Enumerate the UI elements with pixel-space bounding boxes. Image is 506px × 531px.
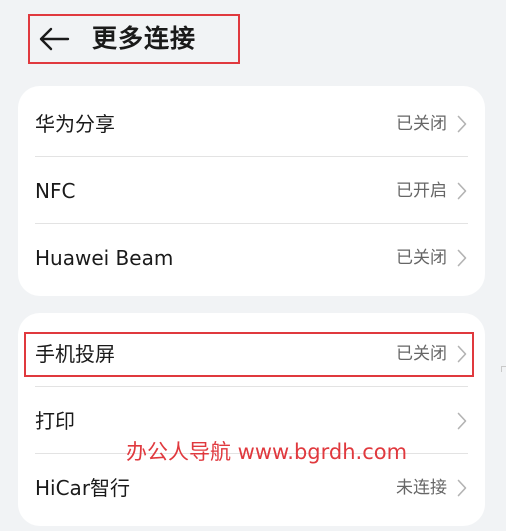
header-bar: 更多连接 — [28, 14, 240, 64]
row-nfc[interactable]: NFC 已开启 — [18, 157, 485, 224]
settings-group-1: 华为分享 已关闭 NFC 已开启 Huawei Beam 已关闭 — [18, 86, 485, 296]
row-huawei-beam[interactable]: Huawei Beam 已关闭 — [18, 224, 485, 291]
row-status: 已关闭 — [396, 247, 447, 268]
chevron-right-icon — [457, 249, 467, 266]
page-title: 更多连接 — [92, 24, 197, 53]
chevron-right-icon — [457, 115, 467, 132]
chevron-right-icon — [457, 479, 467, 496]
more-connections-page: 更多连接 华为分享 已关闭 NFC 已开启 Huawei Beam 已关闭 手机… — [0, 0, 506, 531]
row-status: 未连接 — [396, 477, 447, 498]
back-arrow-icon[interactable] — [38, 26, 70, 52]
row-label: Huawei Beam — [35, 245, 174, 270]
row-status: 已开启 — [396, 180, 447, 201]
watermark-text: 办公人导航 www.bgrdh.com — [126, 440, 408, 464]
chevron-right-icon — [457, 412, 467, 429]
row-label: 华为分享 — [35, 111, 115, 136]
row-label: 打印 — [35, 408, 75, 433]
row-huawei-share[interactable]: 华为分享 已关闭 — [18, 90, 485, 157]
row-label: HiCar智行 — [35, 475, 131, 500]
annotation-highlight-box — [24, 332, 474, 377]
row-status: 已关闭 — [396, 113, 447, 134]
chevron-right-icon — [457, 182, 467, 199]
row-label: NFC — [35, 178, 76, 203]
scrollbar-edge-mark — [501, 366, 506, 372]
